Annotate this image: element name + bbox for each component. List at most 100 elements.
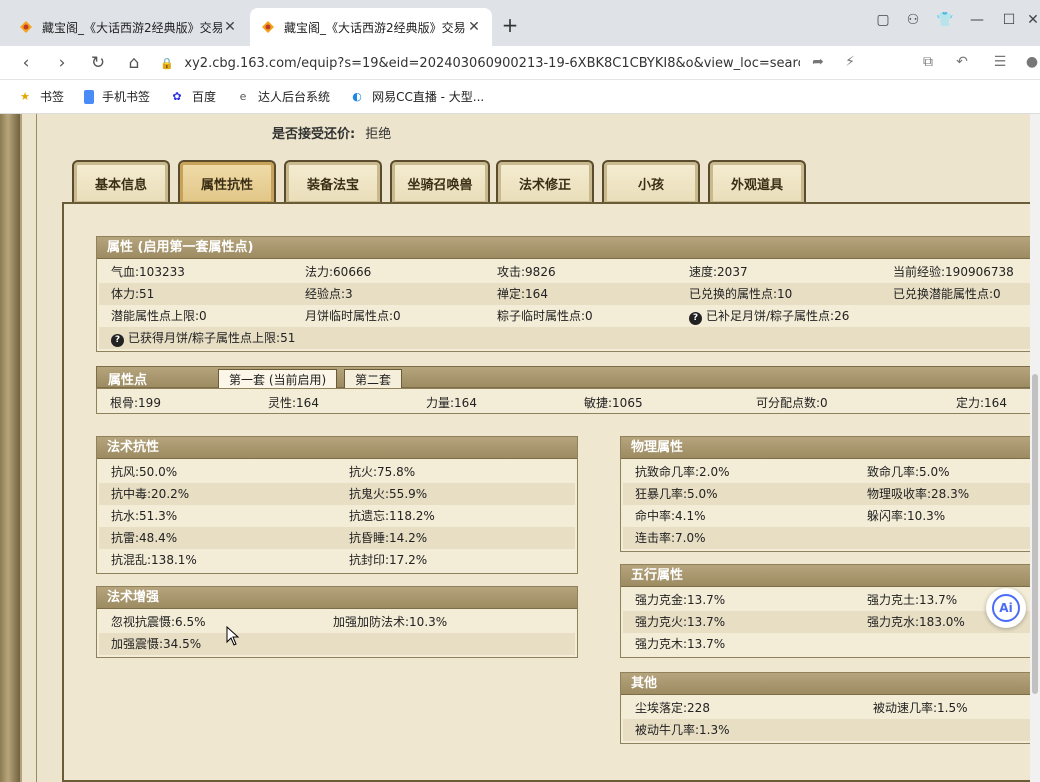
stat-speed: 速度:2037 (689, 265, 748, 279)
help-icon[interactable]: ? (111, 334, 124, 347)
new-tab-button[interactable]: + (498, 14, 522, 38)
stat-exp: 当前经验:190906738 (893, 265, 1014, 279)
combo-rate: 连击率:7.0% (635, 531, 706, 545)
stat-mooncake-temp: 月饼临时属性点:0 (305, 309, 401, 323)
spell-resist-panel: 法术抗性 抗风:50.0% 抗火:75.8% 抗中毒:20.2% 抗鬼火:55.… (96, 436, 578, 574)
browser-toolbar: ‹ › ↻ ⌂ 🔒 xy2.cbg.163.com/equip?s=19&eid… (0, 46, 1040, 80)
scrollbar-thumb[interactable] (1032, 374, 1038, 694)
bookmark-item[interactable]: ★ 书签 (18, 88, 64, 105)
enhance-shock: 加强震慑:34.5% (111, 637, 202, 651)
other-panel: 其他 尘埃落定:228 被动速几率:1.5% 被动牛几率:1.3% (620, 672, 1040, 744)
close-icon[interactable]: ✕ (222, 19, 238, 35)
bookmark-item[interactable]: ✿ 百度 (170, 88, 216, 105)
enhance-defense: 加强加防法术:10.3% (333, 615, 448, 629)
points-title: 属性点 (108, 373, 148, 388)
resist-sleep: 抗昏睡:14.2% (349, 531, 428, 545)
shirt-icon[interactable]: 👕 (932, 12, 958, 34)
menu-icon[interactable]: ☰ (990, 54, 1010, 74)
stat-zongzi-temp: 粽子临时属性点:0 (497, 309, 593, 323)
five-elements-title: 五行属性 (621, 565, 1040, 587)
tab-search-icon[interactable]: ▢ (870, 12, 896, 34)
tab-equipment[interactable]: 装备法宝 (284, 160, 382, 204)
close-icon[interactable]: ✕ (466, 19, 482, 35)
help-icon[interactable]: ? (689, 312, 702, 325)
tab-mounts-pets[interactable]: 坐骑召唤兽 (390, 160, 490, 204)
flash-icon[interactable]: ⚡ (840, 54, 860, 74)
spell-enhance-title: 法术增强 (97, 587, 577, 609)
stat-hp: 气血:103233 (111, 265, 185, 279)
tab-spell-mods[interactable]: 法术修正 (496, 160, 594, 204)
hit-rate: 命中率:4.1% (635, 509, 706, 523)
dodge-rate: 躲闪率:10.3% (867, 509, 946, 523)
frenzy-rate: 狂暴几率:5.0% (635, 487, 718, 501)
stat-exchanged-potential: 已兑换潜能属性点:0 (893, 287, 1001, 301)
baidu-icon: ✿ (172, 90, 182, 103)
profile-icon[interactable]: ● (1022, 54, 1040, 74)
resist-ghostfire: 抗鬼火:55.9% (349, 487, 428, 501)
cbg-favicon-icon (20, 21, 32, 33)
mouse-cursor-icon (226, 626, 240, 646)
forward-icon[interactable]: › (50, 51, 74, 75)
share-icon[interactable]: ➦ (808, 54, 828, 74)
point-constitution: 根骨:199 (110, 396, 161, 410)
tab-appearance[interactable]: 外观道具 (708, 160, 806, 204)
physical-title: 物理属性 (621, 437, 1040, 459)
phone-icon (84, 89, 95, 104)
point-strength: 力量:164 (426, 396, 477, 410)
tab-attributes[interactable]: 属性抗性 (178, 160, 276, 204)
bookmark-item[interactable]: e 达人后台系统 (236, 88, 330, 105)
browser-tab-2[interactable]: 藏宝阁_《大话西游2经典版》交易 ✕ (250, 8, 492, 46)
resist-wind: 抗风:50.0% (111, 465, 178, 479)
bookmarks-bar: ★ 书签 手机书签 ✿ 百度 e 达人后台系统 ◐ 网易CC直播 - 大型... (0, 80, 1040, 114)
page-scrollbar[interactable] (1030, 114, 1040, 782)
home-icon[interactable]: ⌂ (122, 51, 146, 75)
other-title: 其他 (621, 673, 1040, 695)
bookmark-item[interactable]: 手机书签 (84, 88, 150, 105)
point-agility: 敏捷:1065 (584, 396, 643, 410)
lock-icon: 🔒 (160, 56, 174, 70)
close-window-icon[interactable]: ✕ (1020, 12, 1040, 34)
offer-row: 是否接受还价: 拒绝 (272, 123, 391, 142)
browser-tab-1[interactable]: 藏宝阁_《大话西游2经典版》交易 ✕ (8, 8, 248, 46)
offer-label: 是否接受还价: (272, 127, 356, 142)
anti-crit: 抗致命几率:2.0% (635, 465, 730, 479)
maximize-icon[interactable]: ☐ (996, 12, 1022, 34)
resist-thunder: 抗雷:48.4% (111, 531, 178, 545)
offer-value: 拒绝 (365, 127, 392, 142)
frame-border (0, 114, 20, 782)
address-bar[interactable]: 🔒 xy2.cbg.163.com/equip?s=19&eid=2024030… (160, 50, 800, 76)
tab-basic-info[interactable]: 基本信息 (72, 160, 170, 204)
counter-fire: 强力克火:13.7% (635, 615, 726, 629)
stat-potential-cap: 潜能属性点上限:0 (111, 309, 207, 323)
extension-icon[interactable]: ⚇ (900, 12, 926, 34)
physical-panel: 物理属性 抗致命几率:2.0% 致命几率:5.0% 狂暴几率:5.0% 物理吸收… (620, 436, 1040, 552)
history-icon[interactable]: ↶ (952, 54, 972, 74)
counter-water: 强力克水:183.0% (867, 615, 965, 629)
stat-stamina: 体力:51 (111, 287, 155, 301)
tab-children[interactable]: 小孩 (602, 160, 700, 204)
ai-assistant-button[interactable]: Ai (986, 588, 1026, 628)
stat-filled-points: ? 已补足月饼/粽子属性点:26 (689, 307, 849, 325)
tab-title: 藏宝阁_《大话西游2经典版》交易 (42, 20, 222, 35)
passive-ox: 被动牛几率:1.3% (635, 723, 730, 737)
back-icon[interactable]: ‹ (14, 51, 38, 75)
counter-wood: 强力克木:13.7% (635, 637, 726, 651)
stat-meditation: 禅定:164 (497, 287, 548, 301)
reload-icon[interactable]: ↻ (86, 51, 110, 75)
resist-poison: 抗中毒:20.2% (111, 487, 190, 501)
extensions-icon[interactable]: ⧉ (918, 54, 938, 74)
resist-forget: 抗遗忘:118.2% (349, 509, 435, 523)
resist-seal: 抗封印:17.2% (349, 553, 428, 567)
cc-icon: ◐ (352, 90, 362, 103)
stat-points-cap: ? 已获得月饼/粽子属性点上限:51 (111, 329, 295, 347)
url-text: xy2.cbg.163.com/equip?s=19&eid=202403060… (184, 55, 800, 71)
bookmark-item[interactable]: ◐ 网易CC直播 - 大型... (350, 88, 484, 105)
minimize-icon[interactable]: — (964, 12, 990, 34)
browser-e-icon: e (239, 90, 247, 103)
resist-chaos: 抗混乱:138.1% (111, 553, 197, 567)
stat-exchanged-points: 已兑换的属性点:10 (689, 287, 793, 301)
stat-exp-points: 经验点:3 (305, 287, 353, 301)
cbg-favicon-icon (262, 21, 274, 33)
resist-fire: 抗火:75.8% (349, 465, 416, 479)
enhance-ignore-shock: 忽视抗震慑:6.5% (111, 615, 206, 629)
